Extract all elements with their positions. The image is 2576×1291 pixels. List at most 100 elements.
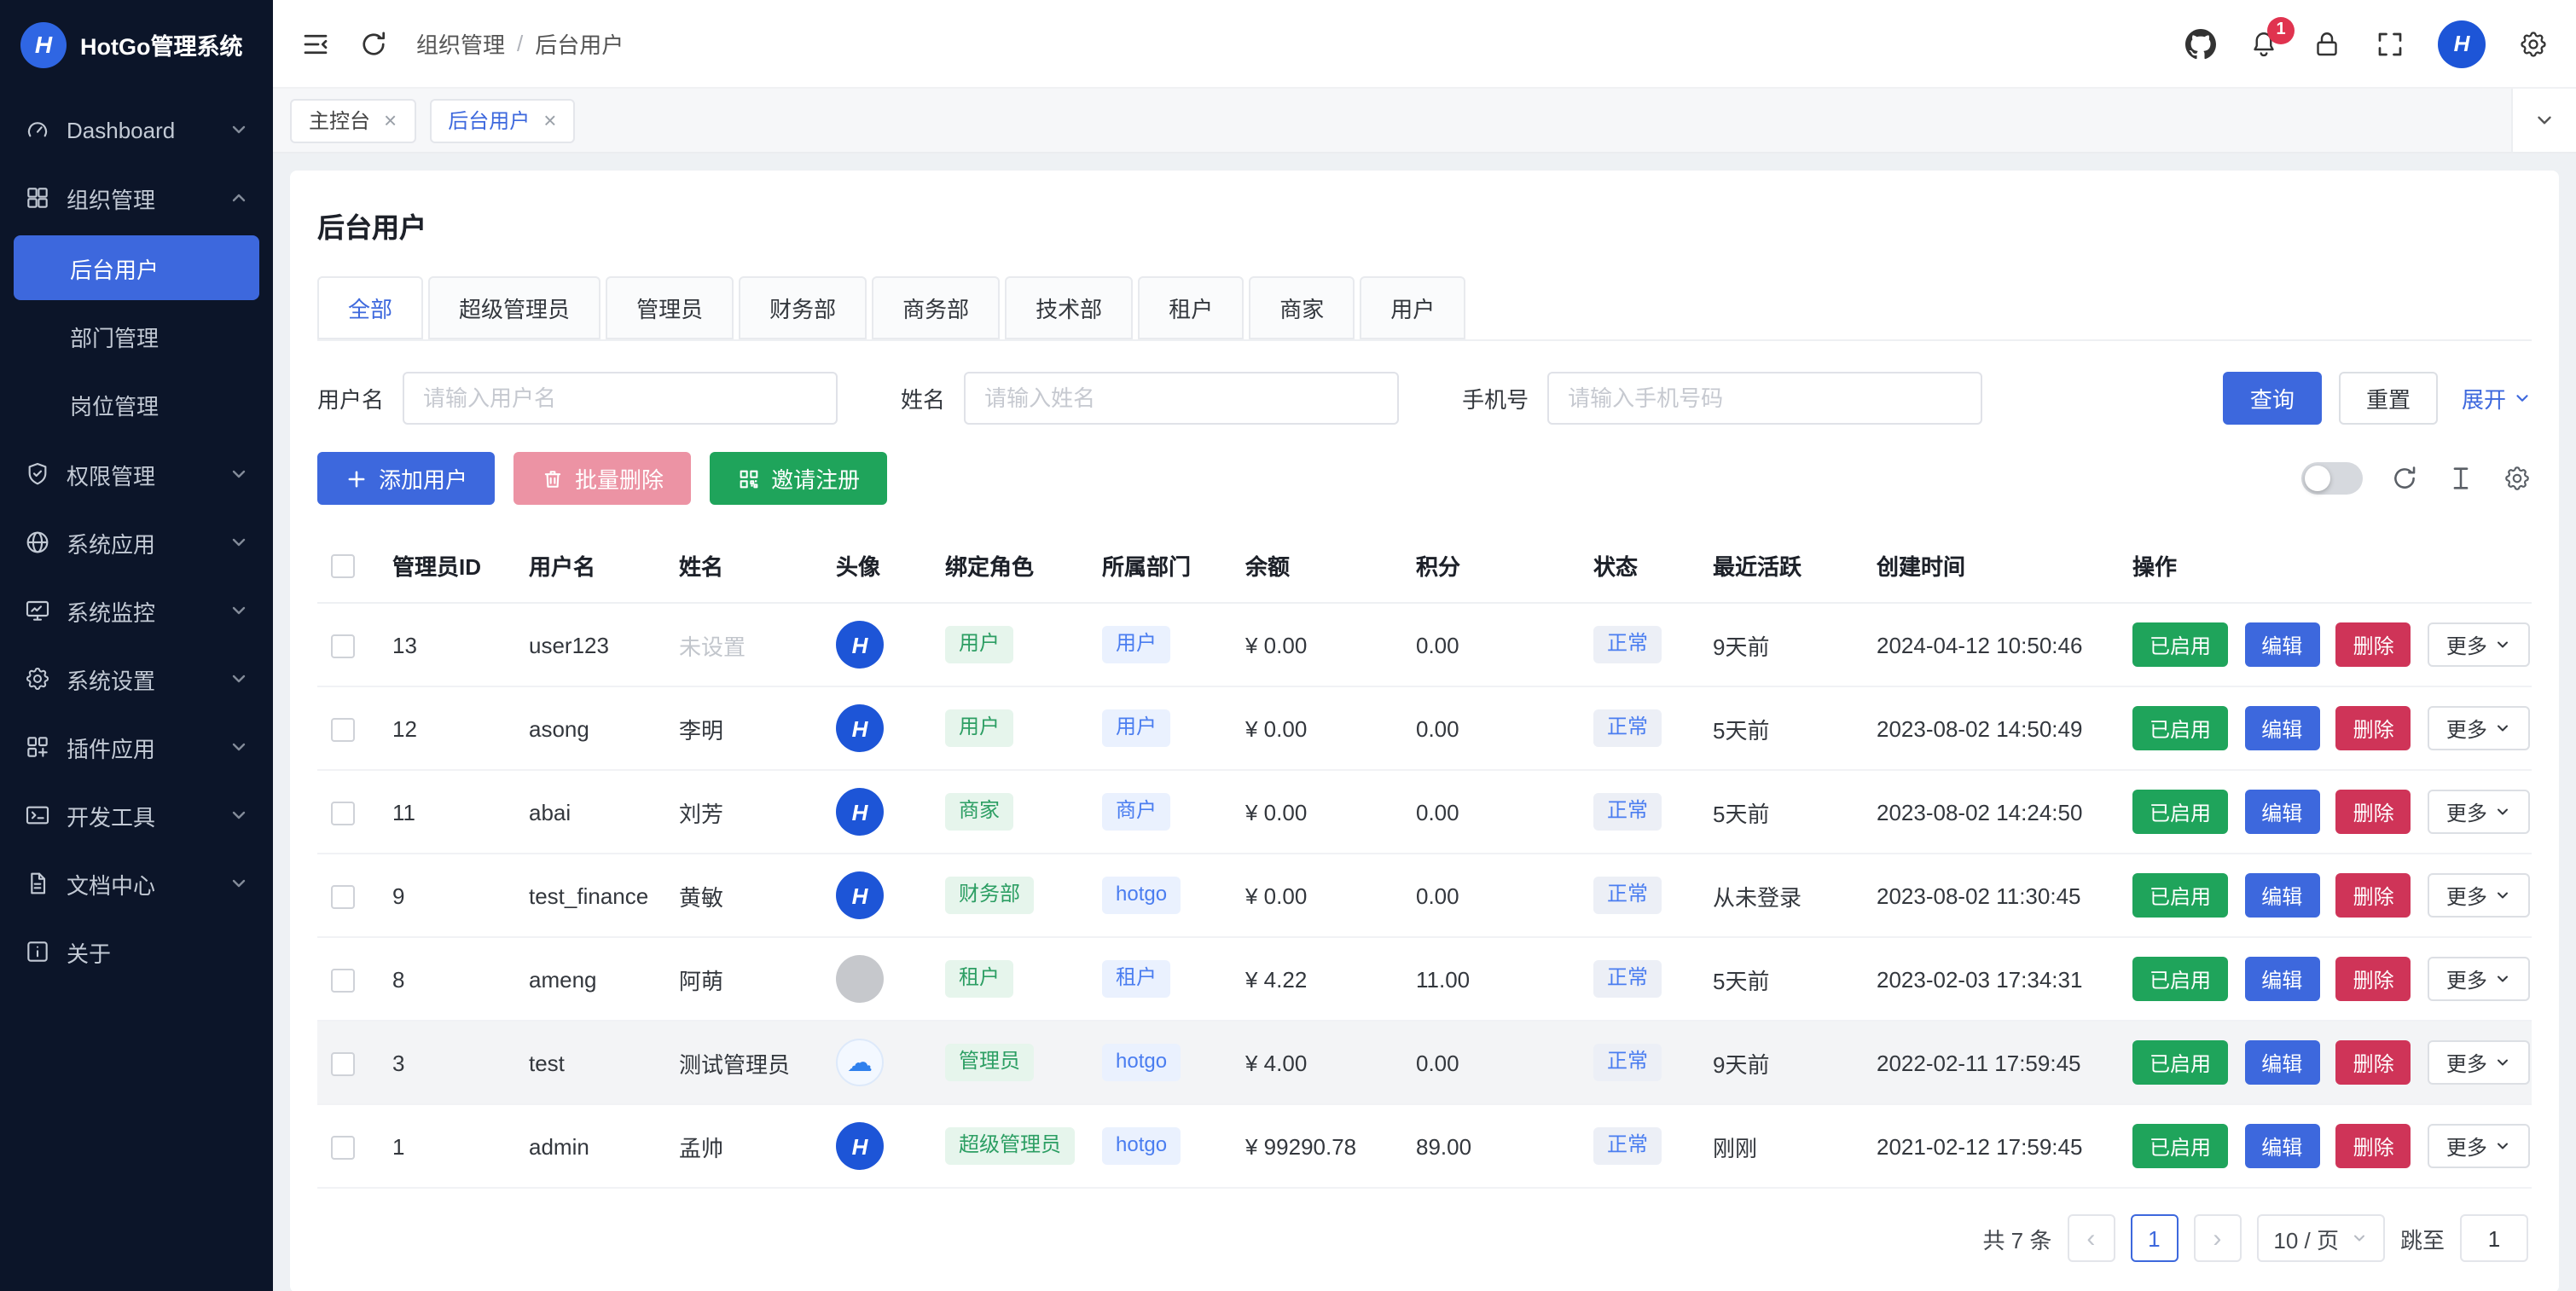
filter-tab-tech[interactable]: 技术部 — [1005, 276, 1133, 339]
filter-tab-tenant[interactable]: 租户 — [1138, 276, 1244, 339]
header-actions: 1 H — [2185, 20, 2549, 67]
sidebar-item-system-settings[interactable]: 系统设置 — [0, 645, 273, 713]
edit-button[interactable]: 编辑 — [2244, 706, 2319, 750]
sidebar: H HotGo管理系统 Dashboard 组织管理 后台用户 — [0, 0, 273, 1291]
more-button[interactable]: 更多 — [2428, 1040, 2530, 1085]
more-button[interactable]: 更多 — [2428, 622, 2530, 667]
more-button[interactable]: 更多 — [2428, 706, 2530, 750]
filter-tab-user[interactable]: 用户 — [1360, 276, 1465, 339]
prev-page-button[interactable]: ‹ — [2067, 1214, 2115, 1262]
invite-register-button[interactable]: 邀请注册 — [710, 452, 887, 505]
sidebar-item-plugins[interactable]: 插件应用 — [0, 713, 273, 781]
tab-console[interactable]: 主控台 × — [290, 98, 415, 142]
sidebar-item-docs[interactable]: 文档中心 — [0, 849, 273, 918]
filter-tab-finance[interactable]: 财务部 — [739, 276, 867, 339]
filter-tab-admin[interactable]: 管理员 — [606, 276, 734, 339]
user-avatar[interactable]: H — [2438, 20, 2486, 67]
filter-tab-business[interactable]: 商务部 — [872, 276, 1000, 339]
close-icon[interactable]: × — [543, 109, 556, 131]
edit-button[interactable]: 编辑 — [2244, 873, 2319, 918]
search-filters: 用户名 姓名 手机号 查询 重置 展开 — [317, 372, 2532, 425]
menu-collapse-icon[interactable] — [300, 28, 331, 59]
row-checkbox[interactable] — [331, 718, 355, 742]
edit-button[interactable]: 编辑 — [2244, 1124, 2319, 1168]
enabled-button[interactable]: 已启用 — [2132, 622, 2228, 667]
expand-toggle[interactable]: 展开 — [2462, 382, 2532, 414]
lock-icon[interactable] — [2312, 28, 2342, 59]
sidebar-item-system-apps[interactable]: 系统应用 — [0, 508, 273, 576]
cell-points: 0.00 — [1402, 603, 1580, 686]
enabled-button[interactable]: 已启用 — [2132, 1040, 2228, 1085]
striped-toggle[interactable] — [2301, 462, 2363, 495]
sidebar-item-system-monitor[interactable]: 系统监控 — [0, 576, 273, 645]
filter-tab-super-admin[interactable]: 超级管理员 — [428, 276, 600, 339]
github-icon[interactable] — [2185, 28, 2216, 59]
username-input[interactable] — [403, 372, 838, 425]
monitor-icon — [24, 597, 51, 624]
more-button[interactable]: 更多 — [2428, 957, 2530, 1001]
tab-options-button[interactable] — [2511, 89, 2576, 152]
edit-button[interactable]: 编辑 — [2244, 622, 2319, 667]
enabled-button[interactable]: 已启用 — [2132, 790, 2228, 834]
delete-button[interactable]: 删除 — [2336, 1040, 2411, 1085]
row-checkbox[interactable] — [331, 634, 355, 658]
enabled-button[interactable]: 已启用 — [2132, 1124, 2228, 1168]
next-page-button[interactable]: › — [2193, 1214, 2241, 1262]
edit-button[interactable]: 编辑 — [2244, 790, 2319, 834]
realname-input[interactable] — [964, 372, 1399, 425]
delete-button[interactable]: 删除 — [2336, 790, 2411, 834]
more-button[interactable]: 更多 — [2428, 790, 2530, 834]
delete-button[interactable]: 删除 — [2336, 873, 2411, 918]
sidebar-item-about[interactable]: 关于 — [0, 918, 273, 986]
bell-icon[interactable]: 1 — [2248, 28, 2279, 59]
batch-delete-button[interactable]: 批量删除 — [513, 452, 691, 505]
row-height-icon[interactable] — [2446, 464, 2475, 493]
sidebar-item-permissions[interactable]: 权限管理 — [0, 440, 273, 508]
column-settings-icon[interactable] — [2503, 464, 2532, 493]
table-refresh-icon[interactable] — [2390, 464, 2419, 493]
row-checkbox[interactable] — [331, 802, 355, 825]
select-all-checkbox[interactable] — [331, 555, 355, 579]
tab-backend-users[interactable]: 后台用户 × — [429, 98, 575, 142]
row-checkbox[interactable] — [331, 885, 355, 909]
filter-tab-all[interactable]: 全部 — [317, 276, 423, 339]
sidebar-item-devtools[interactable]: 开发工具 — [0, 781, 273, 849]
row-checkbox[interactable] — [331, 1052, 355, 1076]
add-user-button[interactable]: 添加用户 — [317, 452, 495, 505]
sidebar-item-department[interactable]: 部门管理 — [0, 304, 273, 368]
row-checkbox[interactable] — [331, 969, 355, 993]
chevron-down-icon — [229, 119, 249, 140]
column-header: 最近活跃 — [1699, 529, 1863, 603]
enabled-button[interactable]: 已启用 — [2132, 706, 2228, 750]
sidebar-item-organization[interactable]: 组织管理 — [0, 164, 273, 232]
cell-last-active: 5天前 — [1699, 770, 1863, 854]
enabled-button[interactable]: 已启用 — [2132, 873, 2228, 918]
sidebar-item-backend-users[interactable]: 后台用户 — [14, 235, 259, 300]
jump-page-input[interactable] — [2460, 1214, 2528, 1262]
delete-button[interactable]: 删除 — [2336, 1124, 2411, 1168]
delete-button[interactable]: 删除 — [2336, 957, 2411, 1001]
filter-tab-merchant[interactable]: 商家 — [1249, 276, 1355, 339]
delete-button[interactable]: 删除 — [2336, 706, 2411, 750]
search-button[interactable]: 查询 — [2223, 372, 2322, 425]
sidebar-item-dashboard[interactable]: Dashboard — [0, 96, 273, 164]
breadcrumb-item[interactable]: 组织管理 — [416, 27, 505, 60]
more-button[interactable]: 更多 — [2428, 1124, 2530, 1168]
close-icon[interactable]: × — [384, 109, 397, 131]
delete-button[interactable]: 删除 — [2336, 622, 2411, 667]
app-logo[interactable]: H HotGo管理系统 — [0, 0, 273, 89]
reset-button[interactable]: 重置 — [2339, 372, 2438, 425]
enabled-button[interactable]: 已启用 — [2132, 957, 2228, 1001]
mobile-input[interactable] — [1547, 372, 1982, 425]
row-checkbox[interactable] — [331, 1136, 355, 1160]
more-button[interactable]: 更多 — [2428, 873, 2530, 918]
edit-button[interactable]: 编辑 — [2244, 1040, 2319, 1085]
sidebar-item-post[interactable]: 岗位管理 — [0, 372, 273, 437]
page-size-select[interactable]: 10 / 页 — [2256, 1214, 2385, 1262]
refresh-icon[interactable] — [358, 28, 389, 59]
edit-button[interactable]: 编辑 — [2244, 957, 2319, 1001]
settings-gear-icon[interactable] — [2518, 28, 2549, 59]
fullscreen-icon[interactable] — [2375, 28, 2405, 59]
page-number-button[interactable]: 1 — [2130, 1214, 2178, 1262]
table-row: 8 ameng 阿萌 租户 租户 ¥ 4.22 11.00 正常 5天前 202… — [317, 937, 2532, 1021]
